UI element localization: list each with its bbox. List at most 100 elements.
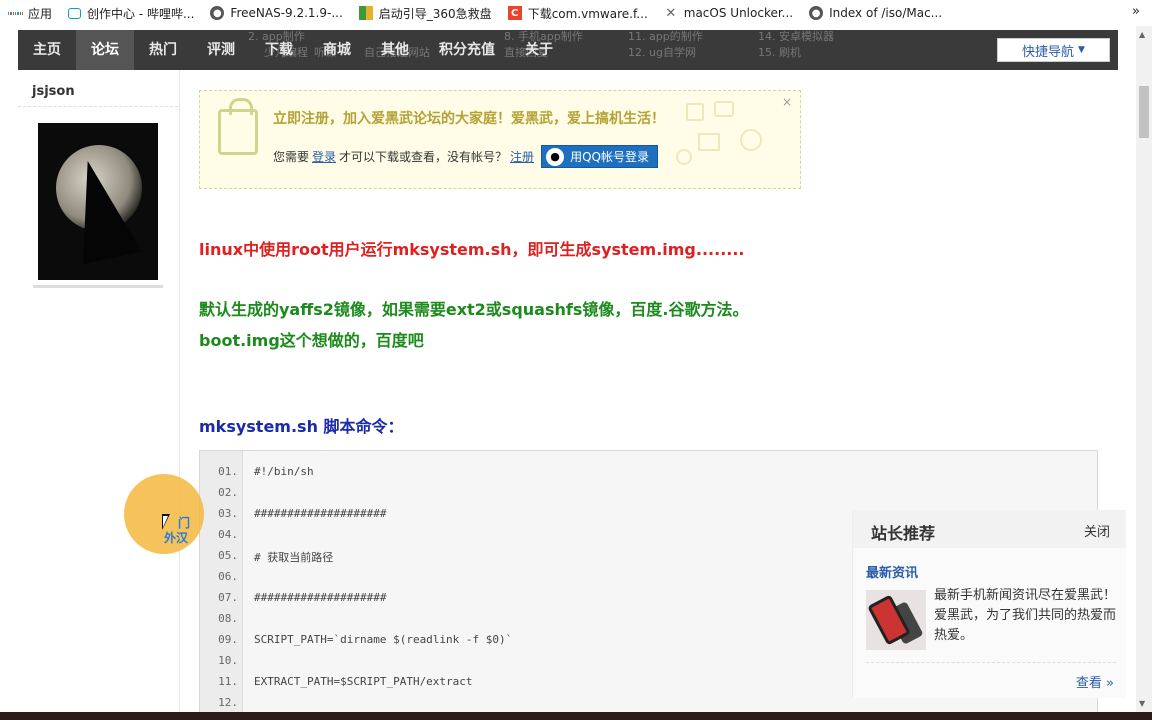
partial-text-2: 外汉 [164,531,189,545]
screen: 应用 创作中心 - 哔哩哔... ● FreeNAS-9.2.1.9-... 启… [0,0,1152,720]
article-line-1: linux中使用root用户运行mksystem.sh，即可生成system.i… [199,240,745,259]
bookmark-freenas[interactable]: ● FreeNAS-9.2.1.9-... [202,0,350,26]
line-number: 05. [218,549,238,562]
bilibili-icon [68,7,82,19]
ghost-text: 11. app的制作 [628,30,703,43]
nav-review[interactable]: 评测 [192,30,250,70]
bookmark-label: Index of /iso/Mac... [829,6,943,20]
register-prompt: 立即注册，加入爱黑武论坛的大家庭！爱黑武，爱上搞机生活！ 您需要 登录 才可以下… [199,90,801,189]
register-title: 立即注册，加入爱黑武论坛的大家庭！爱黑武，爱上搞机生活！ [273,111,665,127]
taskbar-strip [0,712,1152,720]
mouse-pointer-icon [162,514,170,530]
bookmark-macos-unlocker[interactable]: ✕ macOS Unlocker... [656,0,801,26]
bookmark-bilibili[interactable]: 创作中心 - 哔哩哔... [60,0,202,26]
ghost-text: 15. 刷机 [758,46,801,59]
line-text: #################### [254,507,387,520]
signup-link[interactable]: 注册 [510,148,534,165]
code-line: 01. #!/bin/sh [200,465,1097,486]
bookmark-360[interactable]: 启动引导_360急救盘 [351,0,500,26]
divider [33,285,163,288]
register-prefix: 您需要 [273,150,310,164]
ghost-text: 12. ug自学网 [628,46,696,59]
code-line: 02. [200,486,1097,507]
bookmark-vmware[interactable]: C 下载com.vmware.f... [500,0,656,26]
nav-download[interactable]: 下载 [250,30,308,70]
line-number: 07. [218,591,238,604]
line-number: 06. [218,570,238,583]
qq-login-button[interactable]: ● 用QQ帐号登录 [541,145,658,168]
nav-about[interactable]: 关于 [510,30,568,70]
scroll-down-icon[interactable]: ▼ [1139,699,1145,708]
line-text: #################### [254,591,387,604]
nav-points-recharge[interactable]: 积分充值 [424,30,510,70]
recommend-title: 站长推荐 [871,524,936,543]
bookmark-label: 下载com.vmware.f... [527,6,648,21]
globe-icon: ● [809,6,824,20]
news-thumbnail[interactable] [866,590,926,650]
scroll-up-icon[interactable]: ▲ [1139,30,1145,39]
recommend-subtitle[interactable]: 最新资讯 [866,562,918,581]
close-icon[interactable]: × [782,95,792,109]
nav-home[interactable]: 主页 [18,30,76,70]
bookmark-iso-index[interactable]: ● Index of /iso/Mac... [801,0,950,26]
nav-other[interactable]: 其他 [366,30,424,70]
qq-penguin-icon: ● [546,147,565,166]
author-name[interactable]: jsjson [32,84,75,99]
line-number: 03. [218,507,238,520]
site-nav: 2. app制作 少儿编程 听课 自己搭建网站 8. 手机app制作 11. a… [18,30,1118,70]
login-link[interactable]: 登录 [312,148,336,165]
bookmark-label: macOS Unlocker... [683,6,794,20]
recommend-close-button[interactable]: 关闭 [1084,521,1110,540]
quick-nav-button[interactable]: 快捷导航 ▼ [997,38,1110,62]
line-number: 01. [218,465,238,478]
nav-hot[interactable]: 热门 [134,30,192,70]
register-middle: 才可以下载或查看，没有帐号？ [339,150,508,164]
recommend-panel: 站长推荐 关闭 最新资讯 最新手机新闻资讯尽在爱黑武！爱黑武，为了我们共同的热爱… [852,510,1126,698]
avatar[interactable] [38,123,158,280]
register-line: 您需要 登录 才可以下载或查看，没有帐号？ 注册 ● 用QQ帐号登录 [273,145,658,168]
line-text: # 获取当前路径 [254,551,334,564]
cursor-highlight: 门 外汉 [124,474,204,554]
divider [866,662,1116,663]
globe-icon: ● [210,6,225,20]
line-number: 04. [218,528,238,541]
line-text: EXTRACT_PATH=$SCRIPT_PATH/extract [254,675,473,688]
line-number: 08. [218,612,238,625]
article-line-2: 默认生成的yaffs2镜像，如果需要ext2或squashfs镜像，百度.谷歌方… [199,300,749,319]
line-text: SCRIPT_PATH=`dirname $(readlink -f $0)` [254,633,513,646]
lock-icon [218,98,258,155]
bookmark-label: 应用 [28,6,53,21]
line-text: #!/bin/sh [254,465,314,478]
scrollbar-thumb[interactable] [1139,86,1149,138]
recommend-more-link[interactable]: 查看 » [1076,672,1114,691]
caret-down-icon: ▼ [1078,45,1085,55]
qq-login-label: 用QQ帐号登录 [570,150,649,164]
bookmarks-more-button[interactable]: » [1132,4,1140,19]
x-icon: ✕ [665,5,677,21]
nav-shop[interactable]: 商城 [308,30,366,70]
recommend-description: 最新手机新闻资讯尽在爱黑武！爱黑武，为了我们共同的热爱而热爱。 [934,588,1117,643]
bookmark-apps[interactable]: 应用 [0,0,60,26]
divider [18,106,178,107]
csdn-icon: C [507,6,522,20]
bookmark-label: 启动引导_360急救盘 [378,6,492,21]
bookmarks-bar: 应用 创作中心 - 哔哩哔... ● FreeNAS-9.2.1.9-... 启… [0,0,1152,26]
decorative-icons [676,99,788,169]
quick-nav-label: 快捷导航 [1022,44,1075,60]
article-line-3: boot.img这个想做的，百度吧 [199,331,424,350]
line-number: 12. [218,696,238,709]
author-column: jsjson [18,70,180,712]
code-line: 12. [200,696,1097,712]
line-number: 09. [218,633,238,646]
line-number: 10. [218,654,238,667]
apps-icon [8,6,22,20]
nav-forum[interactable]: 论坛 [76,30,134,70]
web-page: 2. app制作 少儿编程 听课 自己搭建网站 8. 手机app制作 11. a… [0,26,1136,712]
code-heading: mksystem.sh 脚本命令： [199,417,404,436]
360-icon [358,6,373,20]
bookmark-label: FreeNAS-9.2.1.9-... [230,6,343,20]
line-number: 02. [218,486,238,499]
ghost-text: 14. 安卓模拟器 [758,30,834,43]
line-number: 11. [218,675,238,688]
page-scrollbar[interactable]: ▲ ▼ [1136,26,1152,712]
